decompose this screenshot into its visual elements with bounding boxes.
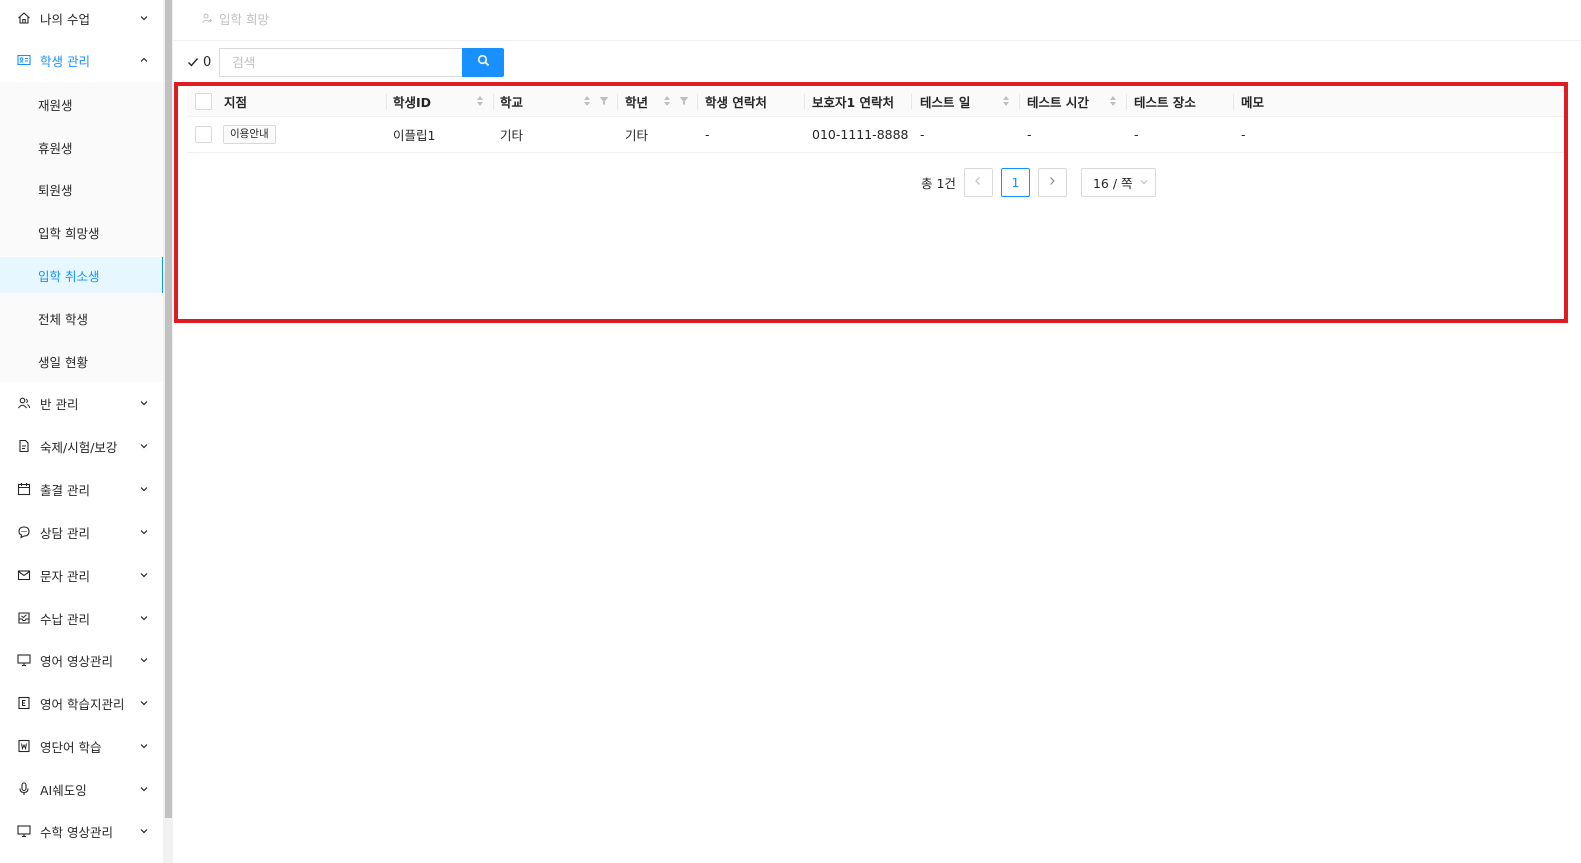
sidebar-item-label: 상담 관리 (40, 525, 90, 541)
sidebar-item-label: 수학 영상관리 (40, 824, 113, 840)
chevron-up-icon (138, 54, 150, 66)
submenu-item-label: 퇴원생 (38, 182, 73, 198)
selected-count: 0 (187, 55, 211, 70)
chevron-down-icon (138, 397, 150, 409)
chevron-down-icon (138, 440, 150, 452)
submenu-item-enrolled[interactable]: 재원생 (0, 86, 163, 122)
sidebar-item-sms[interactable]: 문자 관리 (0, 555, 163, 595)
submenu-item-label: 입학 희망생 (38, 225, 100, 241)
highlight-box (174, 82, 1568, 323)
sidebar-item-ai-shadowing[interactable]: AI쉐도잉 (0, 769, 163, 809)
chevron-down-icon (138, 526, 150, 538)
sidebar-item-label: 숙제/시험/보강 (40, 439, 118, 455)
header-divider (173, 40, 1581, 41)
submenu-item-label: 입학 취소생 (38, 268, 100, 284)
sidebar-item-label: 학생 관리 (40, 53, 90, 69)
student-submenu: 재원생 휴원생 퇴원생 입학 희망생 입학 취소생 전체 학생 생일 현황 (0, 82, 163, 382)
sidebar-item-english-worksheet[interactable]: 영어 학습지관리 (0, 683, 163, 723)
sidebar-item-label: 나의 수업 (40, 11, 90, 27)
sidebar-item-english-video[interactable]: 영어 영상관리 (0, 640, 163, 680)
sidebar-item-attendance[interactable]: 출결 관리 (0, 469, 163, 509)
sidebar-item-homework[interactable]: 숙제/시험/보강 (0, 426, 163, 466)
sidebar-item-payments[interactable]: 수납 관리 (0, 598, 163, 638)
sidebar-item-label: 영어 학습지관리 (40, 696, 125, 712)
sidebar-item-my-class[interactable]: 나의 수업 (0, 0, 163, 38)
breadcrumb-label[interactable]: 입학 희망 (219, 9, 269, 28)
calendar-icon (16, 481, 32, 497)
toolbar: 0 (187, 47, 505, 77)
submenu-item-on-leave[interactable]: 휴원생 (0, 129, 163, 165)
inbox-check-icon (16, 610, 32, 626)
monitor-icon (16, 652, 32, 668)
microphone-icon (16, 781, 32, 797)
home-icon (16, 10, 32, 26)
chevron-down-icon (138, 740, 150, 752)
sidebar-item-class-management[interactable]: 반 관리 (0, 383, 163, 423)
sidebar-item-label: 출결 관리 (40, 482, 90, 498)
chevron-down-icon (138, 612, 150, 624)
submenu-item-label: 재원생 (38, 97, 73, 113)
sidebar-scrollbar[interactable] (164, 0, 173, 863)
sidebar-item-label: 문자 관리 (40, 568, 90, 584)
chevron-down-icon (138, 483, 150, 495)
mail-icon (16, 567, 32, 583)
submenu-item-label: 휴원생 (38, 140, 73, 156)
chevron-down-icon (138, 654, 150, 666)
search-input[interactable] (219, 47, 463, 77)
id-card-icon (16, 52, 32, 68)
submenu-item-label: 생일 현황 (38, 354, 88, 370)
chevron-down-icon (138, 12, 150, 24)
user-add-icon (201, 12, 213, 24)
search-icon (477, 54, 490, 71)
sidebar-item-label: 수납 관리 (40, 611, 90, 627)
sidebar-item-vocabulary[interactable]: 영단어 학습 (0, 726, 163, 766)
submenu-item-cancelled[interactable]: 입학 취소생 (0, 257, 163, 293)
sidebar: 나의 수업 학생 관리 재원생 휴원생 퇴원생 입학 희망생 입학 취소생 전체… (0, 0, 164, 863)
sidebar-item-student-management[interactable]: 학생 관리 (0, 40, 163, 80)
sidebar-item-label: AI쉐도잉 (40, 782, 87, 798)
sidebar-item-counseling[interactable]: 상담 관리 (0, 512, 163, 552)
book-w-icon (16, 738, 32, 754)
chevron-down-icon (138, 569, 150, 581)
sidebar-item-label: 영단어 학습 (40, 739, 102, 755)
sidebar-item-math-video[interactable]: 수학 영상관리 (0, 811, 163, 851)
search-button[interactable] (462, 47, 505, 77)
selected-count-value: 0 (203, 54, 212, 70)
chevron-down-icon (138, 697, 150, 709)
submenu-item-withdrawn[interactable]: 퇴원생 (0, 171, 163, 207)
sidebar-item-label: 반 관리 (40, 396, 79, 412)
book-e-icon (16, 695, 32, 711)
chevron-down-icon (138, 825, 150, 837)
monitor-icon (16, 823, 32, 839)
chevron-down-icon (138, 783, 150, 795)
scrollbar-thumb[interactable] (165, 0, 172, 818)
main-content: 입학 희망 0 지점 학생ID 학교 학년 학생 연락처 (173, 0, 1581, 863)
users-icon (16, 395, 32, 411)
submenu-item-prospective[interactable]: 입학 희망생 (0, 214, 163, 250)
chat-icon (16, 524, 32, 540)
file-edit-icon (16, 438, 32, 454)
check-icon (187, 56, 199, 68)
breadcrumb: 입학 희망 (201, 8, 269, 28)
submenu-item-birthdays[interactable]: 생일 현황 (0, 343, 163, 379)
sidebar-item-label: 영어 영상관리 (40, 653, 113, 669)
submenu-item-label: 전체 학생 (38, 311, 88, 327)
submenu-item-all-students[interactable]: 전체 학생 (0, 300, 163, 336)
